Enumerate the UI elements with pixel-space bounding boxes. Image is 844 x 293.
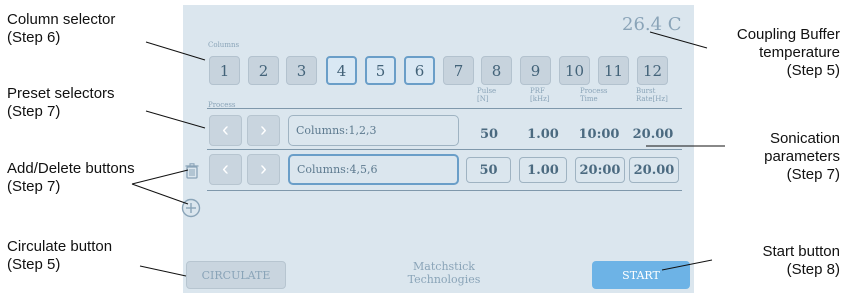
annotation-line: (Step 8) <box>786 261 840 278</box>
annotation-line: temperature <box>759 44 840 61</box>
annotation-line: (Step 7) <box>7 178 61 195</box>
annotation-preset-selectors: Preset selectors (Step 7) <box>7 85 115 121</box>
annotation-line: Preset selectors <box>7 85 115 102</box>
annotation-line: parameters <box>764 148 840 165</box>
annotation-line: (Step 5) <box>7 256 61 273</box>
annotation-lines <box>131 31 725 277</box>
annotation-line: (Step 6) <box>7 29 61 46</box>
annotation-line: (Step 7) <box>7 103 61 120</box>
annotation-line: Sonication <box>769 130 840 147</box>
annotation-line: Column selector <box>7 11 116 28</box>
annotation-sonication: Sonication parameters (Step 7) <box>764 130 840 184</box>
annotation-circulate: Circulate button (Step 5) <box>7 238 112 274</box>
annotation-line: (Step 7) <box>786 166 840 183</box>
annotation-coupling-buffer: Coupling Buffer temperature (Step 5) <box>737 26 840 80</box>
annotation-line: Add/Delete buttons <box>7 160 135 177</box>
annotation-line: Coupling Buffer <box>736 26 840 43</box>
annotation-line: (Step 5) <box>786 62 840 79</box>
annotation-column-selector: Column selector (Step 6) <box>7 11 115 47</box>
annotation-add-delete: Add/Delete buttons (Step 7) <box>7 160 135 196</box>
annotation-line: Circulate button <box>7 238 113 255</box>
annotation-line: Start button <box>762 243 840 260</box>
annotation-start: Start button (Step 8) <box>762 243 840 279</box>
